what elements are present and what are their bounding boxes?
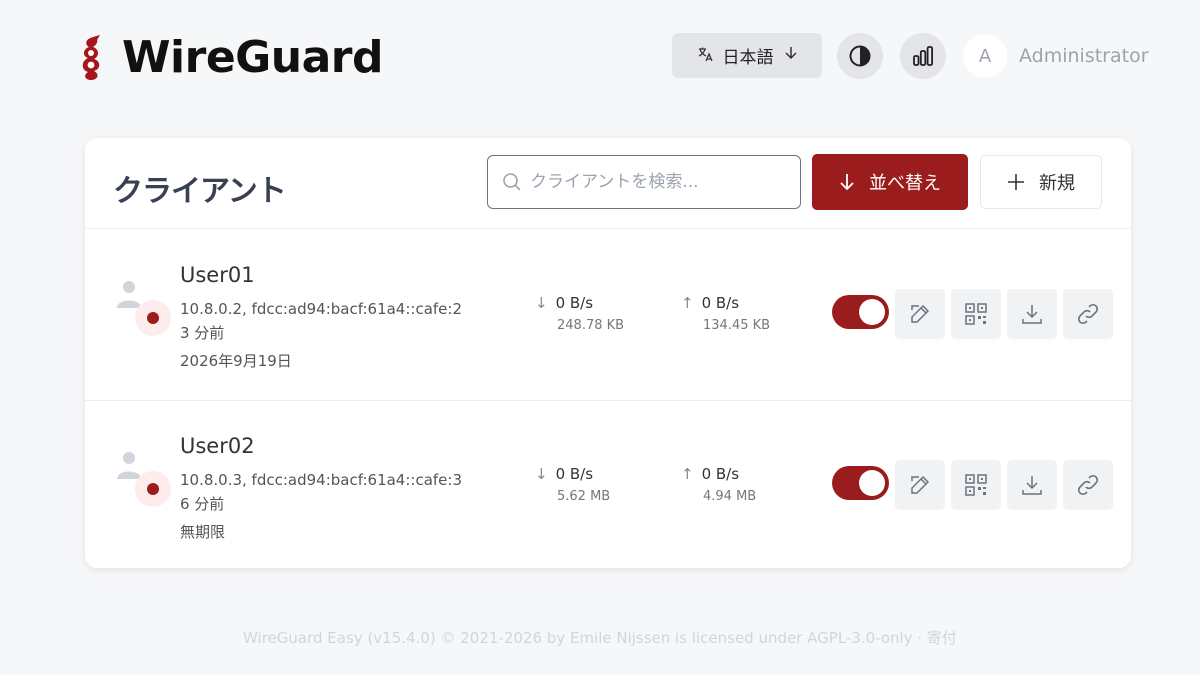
upload-stats: ↑ 0 B/s 4.94 MB — [681, 465, 756, 504]
edit-icon — [911, 304, 930, 323]
qr-code-button[interactable] — [951, 289, 1001, 339]
arrow-up-icon: ↑ — [681, 465, 694, 483]
search-icon — [503, 173, 521, 191]
download-config-button[interactable] — [1007, 289, 1057, 339]
tx-rate: 0 B/s — [701, 465, 740, 483]
qr-code-icon — [965, 474, 987, 496]
user-icon — [117, 281, 171, 336]
plus-icon — [1008, 174, 1024, 190]
client-row: User02 10.8.0.3, fdcc:ad94:bacf:61a4::ca… — [85, 400, 1131, 570]
client-row: User01 10.8.0.2, fdcc:ad94:bacf:61a4::ca… — [85, 230, 1131, 400]
share-link-button[interactable] — [1063, 289, 1113, 339]
client-expiry: 無期限 — [180, 523, 226, 541]
client-last-seen: 6 分前 — [180, 495, 225, 513]
arrow-down-icon — [784, 45, 798, 66]
client-enable-toggle[interactable] — [832, 295, 889, 329]
search-input[interactable] — [530, 172, 780, 192]
app-title: WireGuard — [122, 32, 383, 83]
download-icon — [1022, 305, 1042, 324]
rx-rate: 0 B/s — [555, 294, 594, 312]
footer-separator: · — [912, 629, 927, 647]
qr-code-icon — [965, 303, 987, 325]
client-last-seen: 3 分前 — [180, 324, 225, 342]
stats-button[interactable] — [900, 33, 946, 79]
app-logo: WireGuard — [76, 34, 383, 82]
client-enable-toggle[interactable] — [832, 466, 889, 500]
rx-total: 248.78 KB — [557, 318, 625, 333]
edit-button[interactable] — [895, 289, 945, 339]
link-icon — [1077, 303, 1099, 325]
donate-link[interactable]: 寄付 — [927, 629, 957, 647]
download-stats: ↓ 0 B/s 248.78 KB — [535, 294, 624, 333]
user-icon — [117, 452, 171, 507]
arrow-down-icon: ↓ — [535, 294, 548, 312]
app-header: WireGuard 日本語 A Administrator — [0, 0, 1200, 110]
search-box[interactable] — [487, 155, 801, 209]
download-icon — [1022, 476, 1042, 495]
sort-button[interactable]: 並べ替え — [812, 154, 968, 210]
new-label: 新規 — [1039, 173, 1075, 194]
new-client-button[interactable]: 新規 — [980, 155, 1102, 209]
arrow-down-icon — [840, 174, 854, 191]
download-stats: ↓ 0 B/s 5.62 MB — [535, 465, 610, 504]
clients-card-header: クライアント 並べ替え 新規 — [85, 138, 1131, 229]
wireguard-dragon-icon — [82, 35, 100, 80]
clients-card: クライアント 並べ替え 新規 Use — [85, 138, 1131, 568]
edit-button[interactable] — [895, 460, 945, 510]
client-name: User01 — [180, 263, 255, 287]
translate-icon — [697, 46, 713, 66]
language-selector[interactable]: 日本語 — [672, 33, 822, 78]
contrast-icon — [849, 45, 871, 67]
sort-label: 並べ替え — [869, 173, 941, 194]
page-title: クライアント — [113, 174, 287, 209]
qr-code-button[interactable] — [951, 460, 1001, 510]
client-address: 10.8.0.3, fdcc:ad94:bacf:61a4::cafe:3 — [180, 471, 462, 489]
avatar[interactable]: A — [963, 34, 1007, 78]
footer: WireGuard Easy (v15.4.0) © 2021-2026 by … — [0, 627, 1200, 648]
share-link-button[interactable] — [1063, 460, 1113, 510]
user-name[interactable]: Administrator — [1019, 45, 1149, 67]
link-icon — [1077, 474, 1099, 496]
tx-total: 134.45 KB — [703, 318, 771, 333]
client-address: 10.8.0.2, fdcc:ad94:bacf:61a4::cafe:2 — [180, 300, 462, 318]
bar-chart-icon — [913, 46, 934, 66]
client-expiry: 2026年9月19日 — [180, 352, 292, 370]
download-config-button[interactable] — [1007, 460, 1057, 510]
rx-rate: 0 B/s — [555, 465, 594, 483]
language-label: 日本語 — [722, 48, 774, 68]
tx-total: 4.94 MB — [703, 489, 757, 504]
footer-text: WireGuard Easy (v15.4.0) © 2021-2026 by … — [243, 629, 913, 647]
arrow-down-icon: ↓ — [535, 465, 548, 483]
upload-stats: ↑ 0 B/s 134.45 KB — [681, 294, 770, 333]
tx-rate: 0 B/s — [701, 294, 740, 312]
theme-toggle-button[interactable] — [837, 33, 883, 79]
rx-total: 5.62 MB — [557, 489, 611, 504]
client-name: User02 — [180, 434, 255, 458]
arrow-up-icon: ↑ — [681, 294, 694, 312]
edit-icon — [911, 475, 930, 494]
